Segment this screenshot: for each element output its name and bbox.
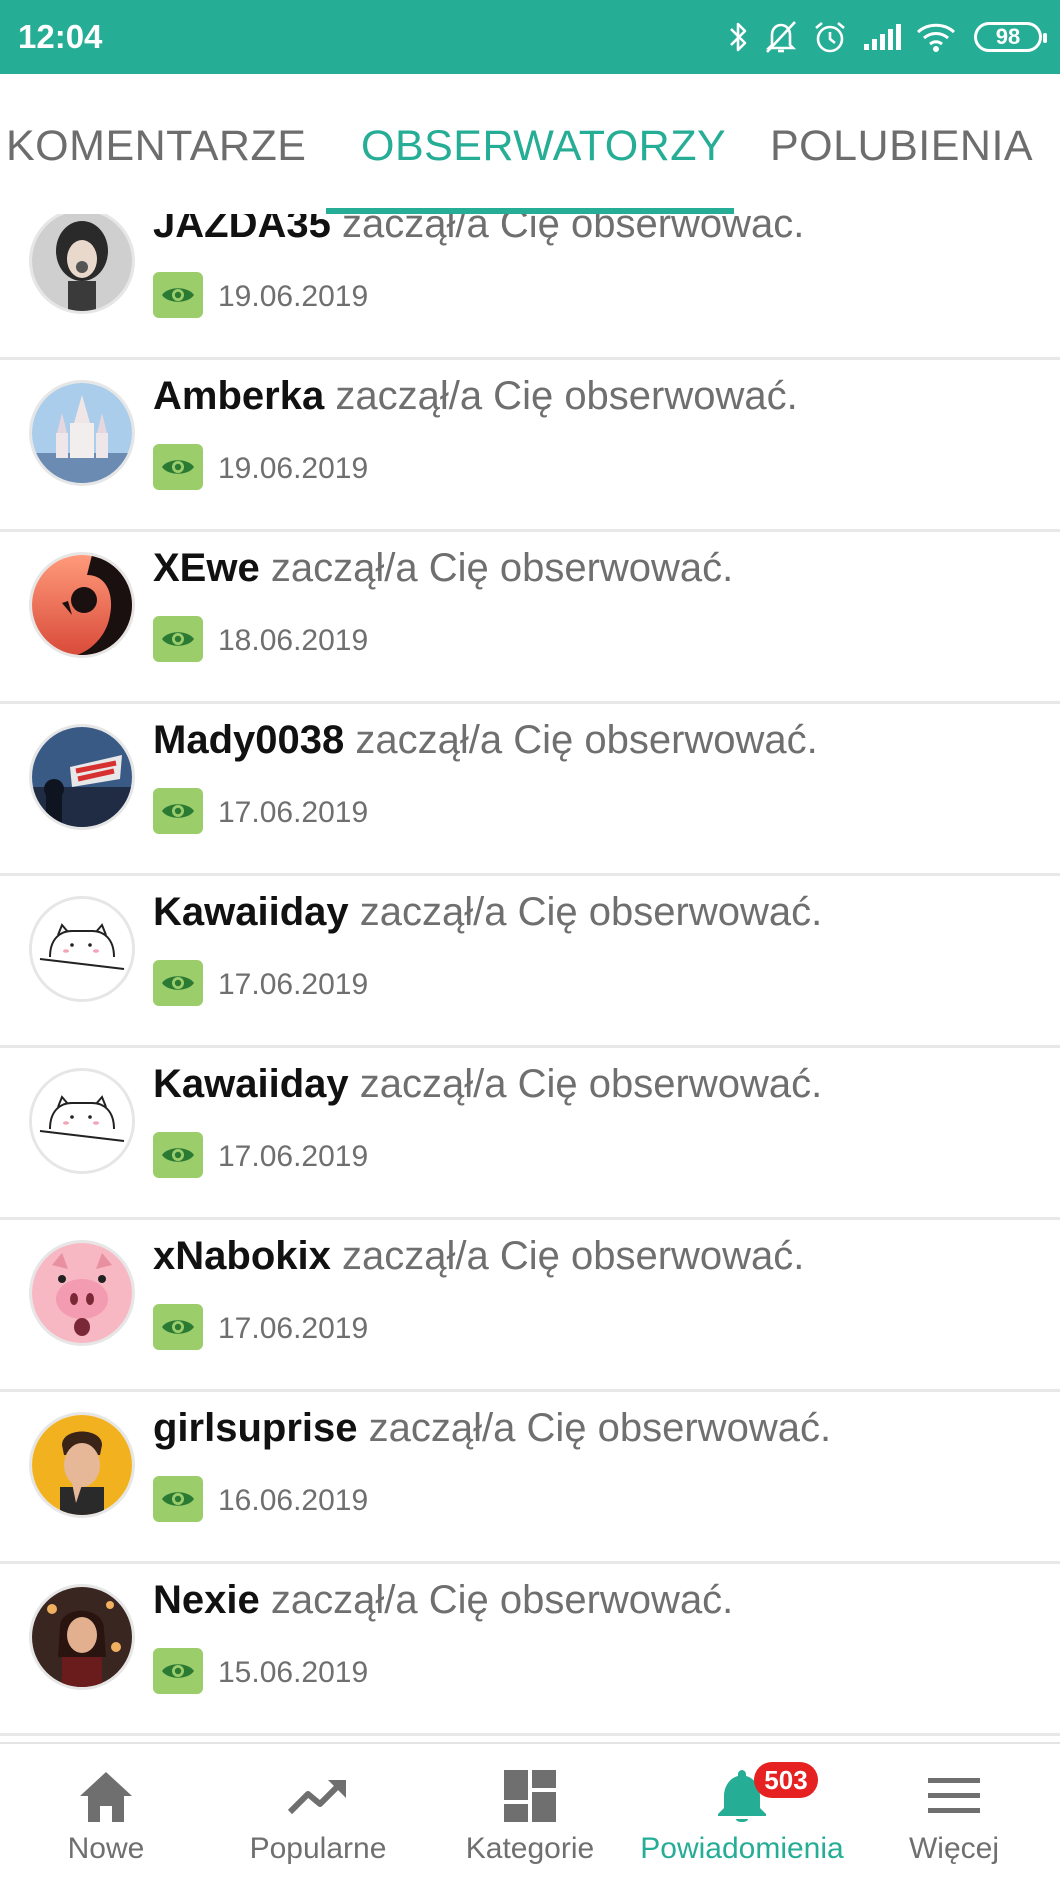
battery-level: 98 [995,24,1021,49]
menu-icon [919,1764,989,1828]
notification-date: 17.06.2019 [218,1312,369,1345]
avatar[interactable] [29,896,135,1002]
battery-icon: 98 [974,22,1047,52]
eye-icon [153,272,203,318]
home-icon [71,1764,141,1828]
notification-text: Nexie zaczął/a Cię obserwować. [153,1578,733,1623]
notification-text: Amberka zaczął/a Cię obserwować. [153,374,798,419]
bottom-nav: Nowe Popularne Kategorie 503 Powiadomien… [0,1742,1060,1886]
tab-bar: KOMENTARZE OBSERWATORZY POLUBIENIA [0,74,1060,214]
trending-icon [283,1764,353,1828]
tab-polubienia[interactable]: POLUBIENIA [770,122,1033,171]
nav-label: Powiadomienia [640,1832,844,1865]
eye-icon [153,1648,203,1694]
status-bar: 12:04 98 [0,0,1060,74]
username-link[interactable]: Kawaiiday [153,890,349,934]
list-item[interactable]: Mady0038 zaczął/a Cię obserwować. 17.06.… [0,704,1060,876]
list-item[interactable]: JAZDA35 zaczął/a Cię obserwować. 19.06.2… [0,214,1060,360]
notification-message: zaczął/a Cię obserwować. [270,1578,734,1622]
notification-text: JAZDA35 zaczął/a Cię obserwować. [153,214,804,247]
username-link[interactable]: girlsuprise [153,1406,358,1450]
notification-text: girlsuprise zaczął/a Cię obserwować. [153,1406,831,1451]
avatar[interactable] [29,1584,135,1690]
notification-date: 17.06.2019 [218,1140,369,1173]
nav-nowe[interactable]: Nowe [0,1744,212,1886]
nav-label: Kategorie [465,1832,595,1865]
username-link[interactable]: Kawaiiday [153,1062,349,1106]
avatar[interactable] [29,380,135,486]
bluetooth-icon [728,20,750,54]
eye-icon [153,616,203,662]
notification-date: 18.06.2019 [218,624,369,657]
notifications-off-icon [764,19,798,55]
tab-obserwatorzy[interactable]: OBSERWATORZY [361,122,726,171]
list-item[interactable]: Kawaiiday zaczął/a Cię obserwować. 17.06… [0,1048,1060,1220]
wifi-icon [916,21,956,53]
notification-date: 17.06.2019 [218,796,369,829]
list-item[interactable]: xNabokix zaczął/a Cię obserwować. 17.06.… [0,1220,1060,1392]
list-item[interactable]: girlsuprise zaczął/a Cię obserwować. 16.… [0,1392,1060,1564]
notification-date: 15.06.2019 [218,1656,369,1689]
notification-message: zaczął/a Cię obserwować. [341,1234,805,1278]
eye-icon [153,1132,203,1178]
avatar[interactable] [29,1240,135,1346]
notification-message: zaczął/a Cię obserwować. [355,718,818,762]
username-link[interactable]: Nexie [153,1578,260,1622]
username-link[interactable]: Amberka [153,374,324,418]
eye-icon [153,960,203,1006]
username-link[interactable]: Mady0038 [153,718,344,762]
avatar[interactable] [29,1068,135,1174]
list-item[interactable]: Kawaiiday zaczął/a Cię obserwować. 17.06… [0,876,1060,1048]
tab-komentarze[interactable]: KOMENTARZE [6,122,306,171]
notification-message: zaczął/a Cię obserwować. [335,374,798,418]
nav-powiadomienia[interactable]: 503 Powiadomienia [636,1744,848,1886]
list-item[interactable]: Amberka zaczął/a Cię obserwować. 19.06.2… [0,360,1060,532]
eye-icon [153,444,203,490]
list-item[interactable]: Nexie zaczął/a Cię obserwować. 15.06.201… [0,1564,1060,1736]
notification-text: Mady0038 zaczął/a Cię obserwować. [153,718,818,763]
categories-icon [495,1764,565,1828]
avatar[interactable] [29,724,135,830]
notification-list[interactable]: JAZDA35 zaczął/a Cię obserwować. 19.06.2… [0,214,1060,1742]
notification-message: zaczął/a Cię obserwować. [341,214,805,246]
notification-date: 16.06.2019 [218,1484,369,1517]
nav-label: Więcej [908,1832,999,1865]
eye-icon [153,1476,203,1522]
username-link[interactable]: XEwe [153,546,260,590]
notification-date: 17.06.2019 [218,968,369,1001]
nav-wiecej[interactable]: Więcej [848,1744,1060,1886]
signal-icon [862,22,902,52]
nav-label: Popularne [249,1832,387,1865]
notification-text: Kawaiiday zaczął/a Cię obserwować. [153,1062,822,1107]
avatar[interactable] [29,214,135,314]
notification-message: zaczął/a Cię obserwować. [359,890,823,934]
status-time: 12:04 [18,18,103,55]
eye-icon [153,1304,203,1350]
notification-text: Kawaiiday zaczął/a Cię obserwować. [153,890,822,935]
list-item[interactable]: XEwe zaczął/a Cię obserwować. 18.06.2019 [0,532,1060,704]
notification-message: zaczął/a Cię obserwować. [270,546,734,590]
status-icons: 98 [728,14,1047,60]
notification-text: XEwe zaczął/a Cię obserwować. [153,546,733,591]
nav-popularne[interactable]: Popularne [212,1744,424,1886]
alarm-icon [812,19,848,55]
nav-kategorie[interactable]: Kategorie [424,1744,636,1886]
avatar[interactable] [29,1412,135,1518]
notification-date: 19.06.2019 [218,452,369,485]
notification-message: zaczął/a Cię obserwować. [359,1062,823,1106]
nav-label: Nowe [67,1832,145,1865]
eye-icon [153,788,203,834]
username-link[interactable]: xNabokix [153,1234,331,1278]
avatar[interactable] [29,552,135,658]
notification-date: 19.06.2019 [218,280,369,313]
notification-text: xNabokix zaczął/a Cię obserwować. [153,1234,804,1279]
username-link[interactable]: JAZDA35 [153,214,331,246]
notification-message: zaczął/a Cię obserwować. [368,1406,832,1450]
notification-count-badge: 503 [754,1762,818,1798]
